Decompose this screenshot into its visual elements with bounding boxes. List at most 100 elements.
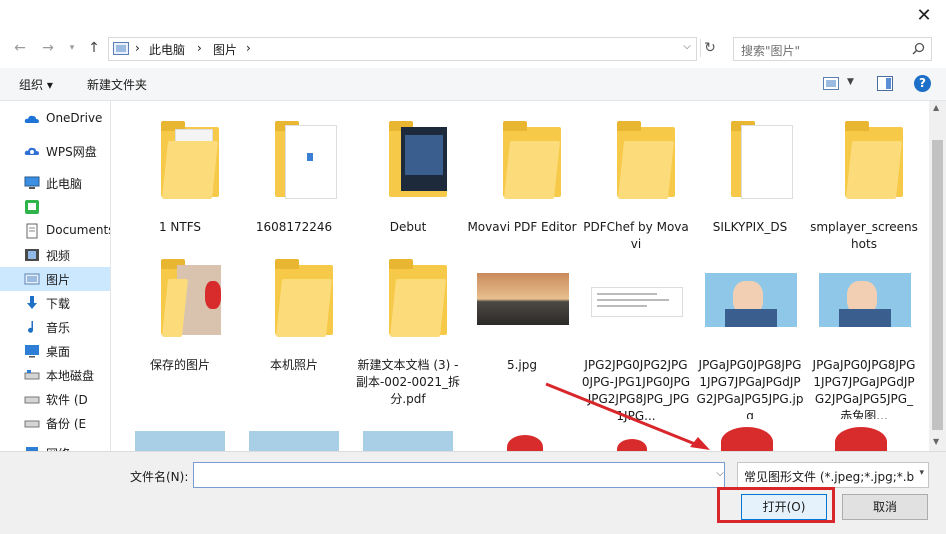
address-bar[interactable]: › 此电脑 › 图片 › bbox=[108, 37, 697, 61]
refresh-icon[interactable]: ↻ bbox=[700, 39, 719, 57]
file-list: 1 NTFS 1608172246 Debut Movavi PDF Edito… bbox=[113, 101, 929, 451]
image-thumbnail bbox=[591, 253, 683, 343]
image-thumbnail[interactable] bbox=[705, 419, 795, 451]
file-item-label: JPGaJPG0JPG8JPG1JPG7JPGaJPGdJPG2JPGaJPG5… bbox=[812, 358, 916, 423]
image-thumbnail[interactable] bbox=[819, 419, 909, 451]
app-icon bbox=[25, 200, 39, 214]
sidebar-item-label: WPS网盘 bbox=[46, 145, 97, 159]
view-dropdown-icon[interactable]: ▼ bbox=[847, 77, 854, 87]
image-thumbnail[interactable] bbox=[135, 431, 225, 451]
filename-input[interactable] bbox=[193, 462, 725, 488]
filetype-value: 常见图形文件 (*.jpeg;*.jpg;*.b bbox=[744, 470, 914, 484]
sidebar-item-label: 桌面 bbox=[46, 345, 71, 359]
view-options-icon[interactable] bbox=[823, 77, 839, 91]
file-item-label: 本机照片 bbox=[269, 358, 318, 372]
cloud-icon bbox=[24, 115, 39, 123]
filetype-select[interactable]: 常见图形文件 (*.jpeg;*.jpg;*.b ▾ bbox=[737, 462, 929, 488]
folder-icon bbox=[135, 115, 225, 205]
folder-icon bbox=[819, 115, 909, 205]
file-item-label: Movavi PDF Editor bbox=[467, 220, 577, 234]
sidebar-item-music[interactable]: 音乐 bbox=[0, 315, 110, 339]
preview-pane-icon[interactable] bbox=[877, 76, 893, 92]
back-arrow-icon[interactable]: ← bbox=[10, 36, 30, 60]
sidebar-item-desktop[interactable]: 桌面 bbox=[0, 339, 110, 363]
cancel-button[interactable]: 取消 bbox=[842, 494, 928, 520]
address-dropdown-icon[interactable]: ⌵ bbox=[680, 41, 694, 55]
image-thumbnail[interactable] bbox=[603, 431, 663, 451]
folder-icon bbox=[705, 115, 795, 205]
pictures-icon bbox=[24, 273, 40, 285]
file-item-label: smplayer_screenshots bbox=[810, 220, 918, 251]
folder-icon bbox=[363, 253, 453, 343]
folder-icon bbox=[477, 115, 567, 205]
computer-icon bbox=[24, 176, 40, 189]
scrollbar-thumb[interactable] bbox=[932, 140, 943, 430]
search-icon bbox=[912, 42, 925, 55]
forward-arrow-icon[interactable]: → bbox=[38, 36, 58, 60]
sidebar-item-software-drive[interactable]: 软件 (D bbox=[0, 387, 110, 411]
help-icon[interactable]: ? bbox=[914, 75, 931, 92]
music-icon bbox=[28, 321, 34, 333]
up-arrow-icon[interactable]: ↑ bbox=[84, 36, 104, 60]
sidebar-item-label: 本地磁盘 bbox=[46, 369, 95, 383]
search-input[interactable]: 搜索"图片" bbox=[741, 42, 800, 59]
image-thumbnail bbox=[819, 253, 911, 343]
chevron-down-icon: ▾ bbox=[919, 468, 924, 478]
sidebar-item-label: OneDrive bbox=[46, 111, 103, 125]
sidebar-item-network[interactable]: 网络 bbox=[0, 441, 110, 451]
sidebar-item-app[interactable] bbox=[0, 195, 110, 219]
sidebar-item-wps[interactable]: WPS网盘 bbox=[0, 139, 110, 163]
file-item-label: JPGaJPG0JPG8JPG1JPG7JPGaJPGdJPG2JPGaJPG5… bbox=[696, 358, 804, 423]
wps-cloud-icon bbox=[24, 147, 39, 155]
document-icon bbox=[26, 223, 38, 239]
sidebar-item-label: 视频 bbox=[46, 249, 71, 263]
sidebar-item-label: 软件 (D bbox=[46, 393, 88, 407]
breadcrumb-separator: › bbox=[197, 41, 202, 55]
sidebar-item-videos[interactable]: 视频 bbox=[0, 243, 110, 267]
image-thumbnail bbox=[477, 253, 569, 343]
sidebar-item-label: Documents bbox=[46, 223, 110, 237]
open-button-highlight bbox=[717, 487, 835, 523]
sidebar-item-documents[interactable]: Documents bbox=[0, 219, 110, 243]
video-icon bbox=[25, 249, 39, 261]
breadcrumb-separator: › bbox=[246, 41, 251, 55]
file-item-label: 1608172246 bbox=[255, 220, 333, 234]
breadcrumb-separator: › bbox=[135, 41, 140, 55]
pane-divider[interactable] bbox=[110, 101, 111, 451]
file-item-label: 保存的图片 bbox=[149, 358, 210, 372]
breadcrumb-this-pc[interactable]: 此电脑 bbox=[149, 41, 185, 58]
image-thumbnail[interactable] bbox=[249, 431, 339, 451]
close-icon[interactable]: ✕ bbox=[912, 4, 936, 28]
filename-dropdown-icon[interactable]: ⌵ bbox=[710, 462, 730, 486]
scroll-down-icon[interactable]: ▼ bbox=[933, 437, 939, 446]
folder-icon bbox=[135, 253, 225, 343]
desktop-icon bbox=[25, 345, 39, 358]
file-item-label: 5.jpg bbox=[506, 358, 538, 372]
file-item-label: 新建文本文档 (3) - 副本-002-0021_拆分.pdf bbox=[355, 358, 461, 406]
sidebar-item-label: 下载 bbox=[46, 297, 71, 311]
download-icon bbox=[27, 296, 37, 309]
file-item-label: SILKYPIX_DS bbox=[712, 220, 788, 234]
sidebar-item-backup-drive[interactable]: 备份 (E bbox=[0, 411, 110, 435]
filename-label: 文件名(N): bbox=[130, 470, 189, 484]
sidebar-item-downloads[interactable]: 下载 bbox=[0, 291, 110, 315]
navigation-pane: OneDrive WPS网盘 此电脑 Documents 视频 图片 下载 音乐… bbox=[0, 101, 110, 451]
image-thumbnail[interactable] bbox=[363, 431, 453, 451]
new-folder-button[interactable]: 新建文件夹 bbox=[87, 76, 147, 93]
breadcrumb-pictures[interactable]: 图片 bbox=[213, 41, 237, 58]
drive-icon bbox=[24, 420, 40, 428]
sidebar-item-label: 此电脑 bbox=[46, 177, 83, 191]
dialog-titlebar: ✕ bbox=[0, 0, 946, 32]
chevron-down-icon[interactable]: ▾ bbox=[62, 36, 82, 60]
sidebar-item-this-pc[interactable]: 此电脑 bbox=[0, 171, 110, 195]
search-box[interactable]: 搜索"图片" bbox=[733, 37, 932, 61]
file-item-label: 1 NTFS bbox=[158, 220, 202, 234]
folder-icon bbox=[249, 115, 339, 205]
sidebar-item-onedrive[interactable]: OneDrive bbox=[0, 107, 110, 131]
image-thumbnail[interactable] bbox=[477, 431, 567, 451]
organize-button[interactable]: 组织 ▾ bbox=[19, 76, 53, 93]
sidebar-item-local-disk[interactable]: 本地磁盘 bbox=[0, 363, 110, 387]
sidebar-item-pictures[interactable]: 图片 bbox=[0, 267, 110, 291]
image-thumbnail bbox=[705, 253, 797, 343]
scroll-up-icon[interactable]: ▲ bbox=[933, 103, 939, 112]
